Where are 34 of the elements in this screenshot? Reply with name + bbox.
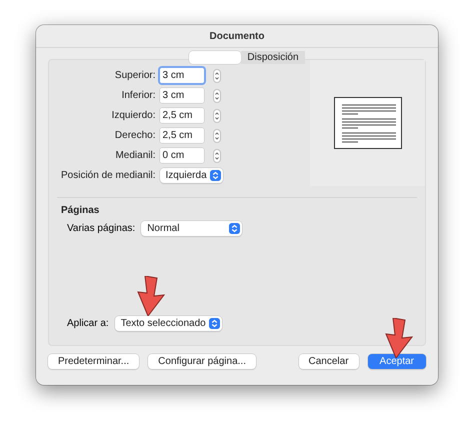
dialog-button[interactable]: Aceptar [368, 354, 426, 369]
field-label: Derecho: [114, 130, 156, 141]
chevron-up-down-icon [210, 170, 221, 181]
popup-button[interactable]: Izquierda [160, 168, 223, 183]
chevron-up-down-icon [208, 318, 220, 329]
input-field[interactable]: 2,5 cm [160, 108, 204, 123]
stepper-icon[interactable] [213, 148, 222, 162]
dialog-button[interactable]: Predeterminar... [48, 354, 140, 369]
input-field[interactable]: 3 cm [160, 88, 204, 103]
page-preview-icon [334, 97, 402, 149]
dialog-button[interactable]: Configurar página... [148, 354, 256, 369]
field-label: Posición de medianil: [61, 170, 156, 181]
stepper-icon[interactable] [213, 128, 222, 142]
input-field[interactable]: 0 cm [160, 148, 204, 163]
popup-button[interactable]: Normal [141, 221, 242, 236]
annotation-arrow-icon [136, 276, 166, 316]
stepper-icon[interactable] [213, 88, 222, 102]
input-field[interactable]: 3 cm [160, 68, 204, 83]
popup-button[interactable]: Texto seleccionado [114, 316, 222, 331]
field-label: Inferior: [120, 90, 156, 101]
chevron-up-down-icon [229, 223, 240, 234]
field-label: Superior: [114, 70, 156, 81]
window-title: Documento [36, 25, 438, 48]
field-label: Izquierdo: [110, 110, 156, 121]
field-label: Varias páginas: [67, 223, 136, 234]
section-heading: Páginas [61, 205, 100, 216]
annotation-arrow-icon [384, 318, 414, 358]
input-field[interactable]: 2,5 cm [160, 128, 204, 143]
tab[interactable]: Disposición [241, 51, 305, 64]
dialog-button[interactable]: Cancelar [298, 354, 359, 369]
stepper-icon[interactable] [213, 108, 222, 122]
stepper-icon[interactable] [213, 68, 222, 82]
field-label: Aplicar a: [67, 318, 109, 329]
field-label: Medianil: [114, 150, 156, 161]
